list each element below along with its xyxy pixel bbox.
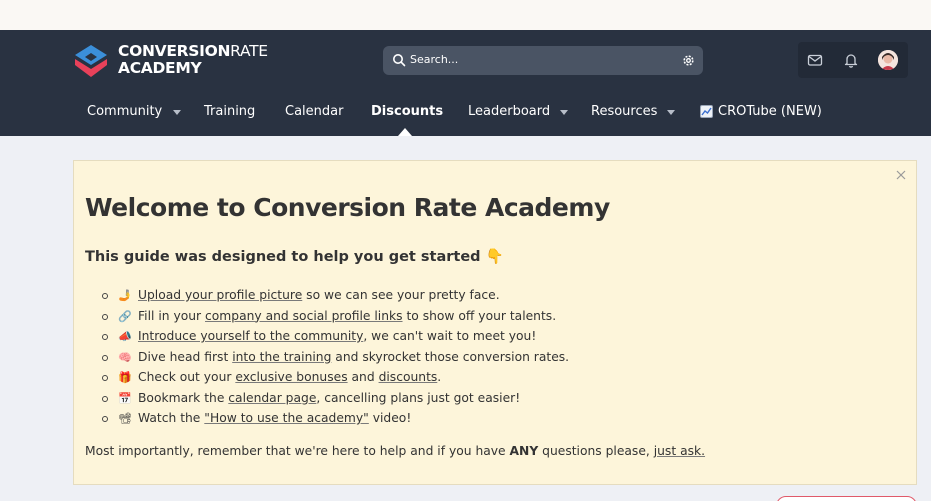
item-text: and skyrocket those conversion rates. (331, 349, 570, 364)
logo-line1-light: RATE (230, 42, 268, 60)
avatar-image (878, 50, 898, 70)
closing-pre: Most importantly, remember that we're he… (85, 444, 510, 458)
closing-mid: questions please, (538, 444, 654, 458)
nav-item-discounts[interactable]: Discounts (371, 103, 443, 121)
nav-item-community[interactable]: Community (87, 103, 162, 121)
item-text: so we can see your pretty face. (302, 288, 500, 302)
just-ask-link[interactable]: just ask. (654, 444, 705, 458)
brand-logo[interactable]: CONVERSIONRATE ACADEMY (72, 42, 292, 80)
notice-subtitle: This guide was designed to help you get … (85, 247, 504, 267)
training-link[interactable]: into the training (232, 350, 331, 364)
profile-links-link[interactable]: company and social profile links (205, 309, 403, 323)
item-text: . (437, 370, 442, 384)
nav-item-crotube[interactable]: CROTube (NEW) (718, 103, 822, 121)
exclusive-bonuses-link[interactable]: exclusive bonuses (235, 370, 347, 384)
item-text: , cancelling plans just got easier! (316, 390, 521, 405)
chevron-down-icon[interactable] (667, 110, 675, 115)
envelope-icon[interactable] (807, 52, 823, 68)
film-projector-emoji-icon: 📽 (118, 412, 132, 425)
notice-title: Welcome to Conversion Rate Academy (85, 193, 610, 222)
chevron-down-icon[interactable] (560, 110, 568, 115)
item-text: video! (368, 411, 412, 425)
discounts-link[interactable]: discounts (379, 370, 438, 384)
nav-item-leaderboard[interactable]: Leaderboard (468, 103, 550, 121)
item-text: and (347, 370, 379, 384)
closing-text: Most importantly, remember that we're he… (85, 441, 705, 461)
partial-button[interactable] (776, 496, 917, 501)
calendar-page-link[interactable]: calendar page (228, 391, 316, 405)
list-item: 🤳 Upload your profile picture so we can s… (102, 285, 569, 306)
search-placeholder: Search... (410, 53, 459, 66)
gift-emoji-icon: 🎁 (118, 371, 132, 384)
item-text: Check out your (138, 370, 236, 384)
upload-profile-picture-link[interactable]: Upload your profile picture (138, 288, 302, 302)
guide-list: 🤳 Upload your profile picture so we can s… (102, 285, 569, 429)
logo-mark-icon (75, 45, 107, 77)
site-header: CONVERSIONRATE ACADEMY Search... (0, 30, 931, 90)
list-item: 🧠 Dive head first into the training and s… (102, 347, 569, 368)
list-item: 📅 Bookmark the calendar page, cancelling … (102, 388, 569, 409)
welcome-notice: Welcome to Conversion Rate Academy This … (73, 160, 917, 485)
avatar[interactable] (878, 50, 898, 70)
logo-line1-bold: CONVERSION (118, 42, 231, 60)
notice-subtitle-text: This guide was designed to help you get … (85, 249, 481, 265)
introduce-yourself-link[interactable]: Introduce yourself to the community (138, 329, 363, 343)
header-actions (798, 42, 908, 78)
search-input[interactable]: Search... (383, 46, 703, 75)
item-text: , we can't wait to meet you! (363, 329, 537, 343)
chevron-down-icon[interactable] (173, 110, 181, 115)
item-text: Fill in your (138, 308, 206, 323)
bell-icon[interactable] (843, 52, 859, 68)
logo-line2: ACADEMY (118, 59, 202, 77)
main-nav: Community Training Calendar Discounts Le… (0, 90, 931, 136)
nav-item-calendar[interactable]: Calendar (285, 103, 343, 121)
nav-item-resources[interactable]: Resources (591, 103, 657, 121)
brain-emoji-icon: 🧠 (118, 350, 132, 364)
item-text: to show off your talents. (402, 308, 557, 323)
list-item: 📣 Introduce yourself to the community, we… (102, 326, 569, 347)
list-item: 📽 Watch the "How to use the academy" vide… (102, 408, 569, 429)
nav-item-training[interactable]: Training (204, 103, 255, 121)
gear-icon[interactable] (682, 54, 695, 67)
close-icon[interactable] (896, 170, 906, 180)
link-emoji-icon: 🔗 (118, 309, 132, 323)
megaphone-emoji-icon: 📣 (118, 330, 132, 343)
item-text: Watch the (138, 411, 205, 425)
list-item: 🎁 Check out your exclusive bonuses and di… (102, 367, 569, 388)
how-to-use-video-link[interactable]: "How to use the academy" (204, 411, 369, 425)
item-text: Bookmark the (138, 390, 229, 405)
item-text: Dive head first (138, 349, 233, 364)
active-tab-pointer (398, 128, 412, 136)
selfie-emoji-icon: 🤳 (118, 289, 132, 302)
calendar-emoji-icon: 📅 (118, 391, 132, 405)
top-strip (0, 0, 931, 30)
pointing-down-emoji: 👇 (485, 249, 504, 265)
list-item: 🔗 Fill in your company and social profile… (102, 306, 569, 327)
logo-text: CONVERSIONRATE ACADEMY (118, 43, 268, 77)
closing-bold: ANY (509, 444, 539, 458)
search-icon (393, 54, 406, 67)
chart-icon (700, 105, 713, 118)
